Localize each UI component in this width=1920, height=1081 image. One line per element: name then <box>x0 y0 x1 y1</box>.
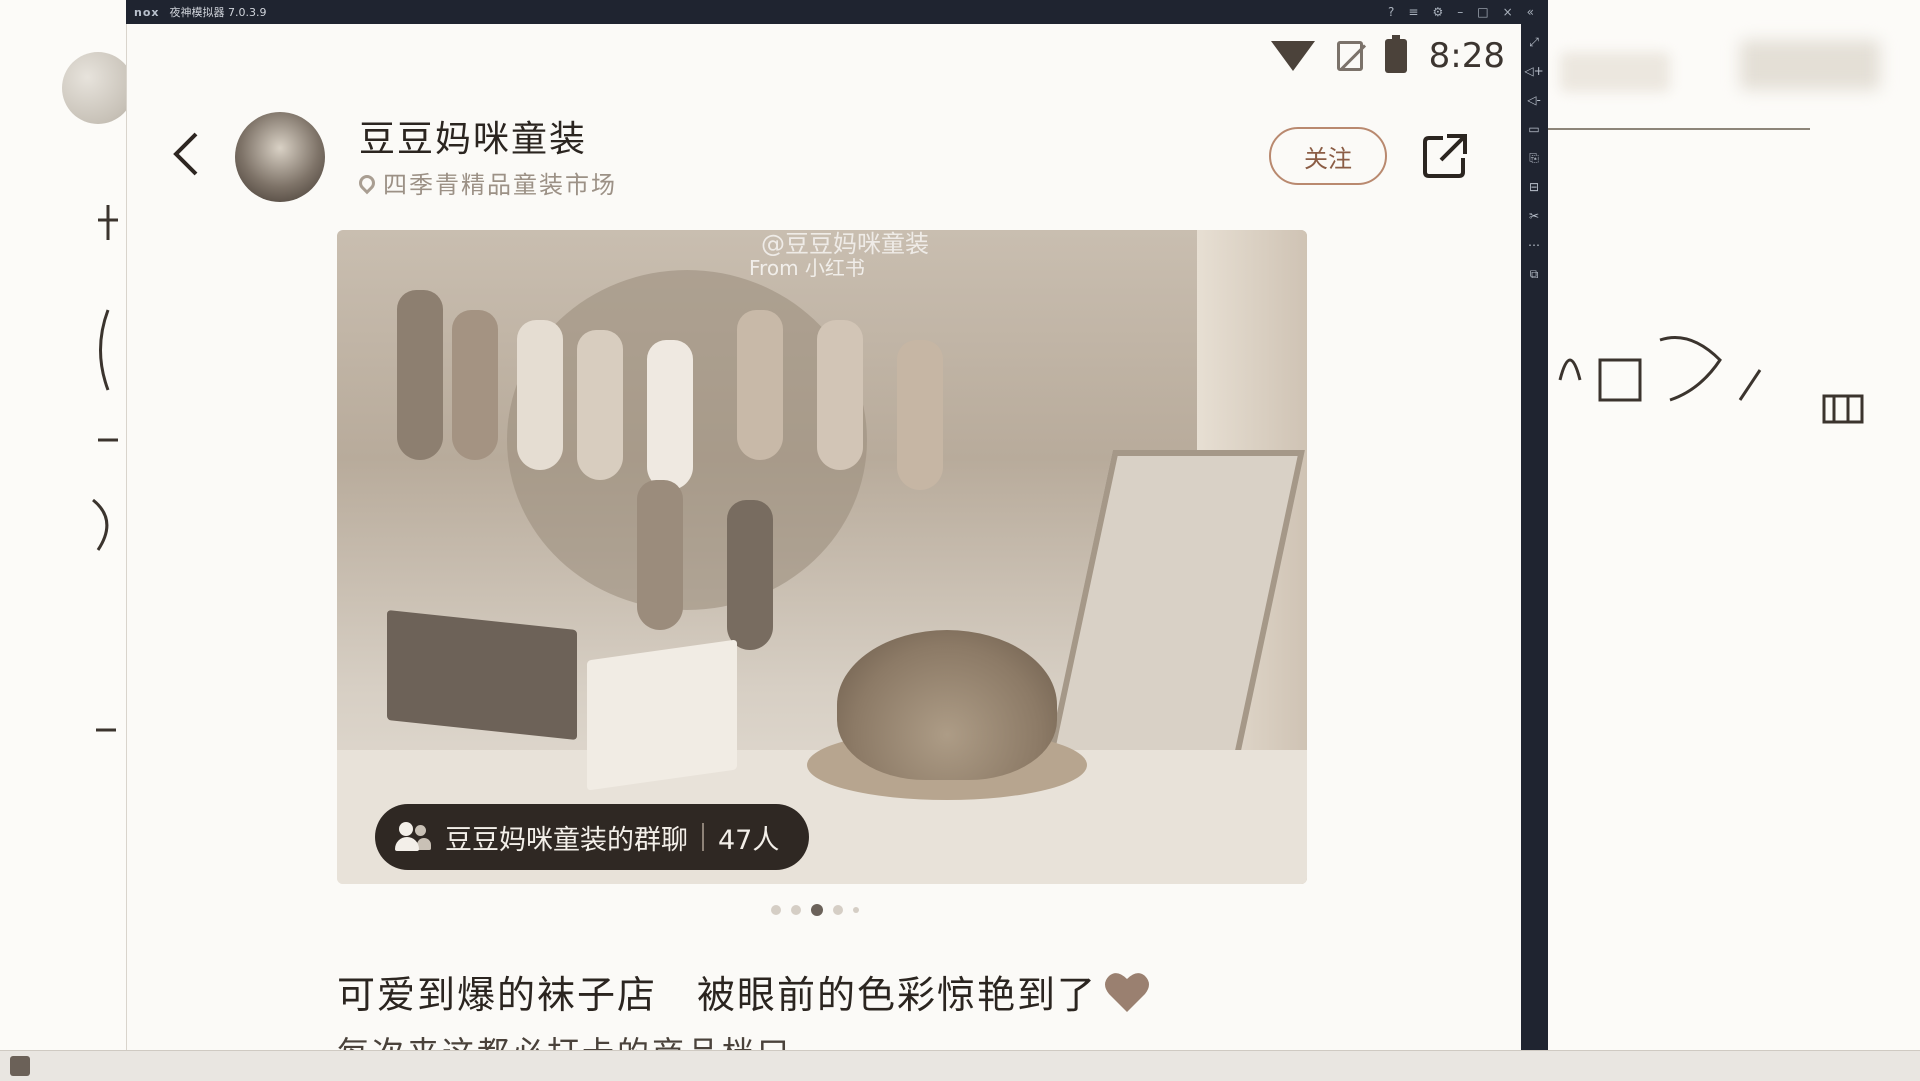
emulator-titlebar: nox 夜神模拟器 7.0.3.9 ? ≡ ⚙ – □ × « <box>126 0 1548 24</box>
group-users-icon <box>395 822 431 852</box>
chip-divider <box>702 823 704 851</box>
photo-sock <box>817 320 863 470</box>
photo-sock-box <box>587 639 737 791</box>
group-chat-chip[interactable]: 豆豆妈咪童装的群聊 47人 <box>375 804 810 870</box>
whiteboard-underline <box>1540 128 1810 130</box>
no-sim-icon <box>1336 41 1363 71</box>
status-time: 8:28 <box>1428 36 1505 76</box>
shop-name[interactable]: 豆豆妈咪童装 <box>359 110 587 162</box>
close-icon[interactable]: × <box>1503 5 1513 19</box>
photo-sock <box>737 310 783 460</box>
photo-sock <box>452 310 498 460</box>
volume-up-icon[interactable]: ◁+ <box>1524 63 1543 79</box>
photo-sock <box>397 290 443 460</box>
photo-sock <box>577 330 623 480</box>
page-dot-active[interactable] <box>811 904 823 916</box>
help-icon[interactable]: ? <box>1388 5 1394 19</box>
group-chat-count: 47人 <box>718 824 780 856</box>
more-icon[interactable]: ⋯ <box>1528 237 1540 253</box>
scissors-icon[interactable]: ✂ <box>1529 208 1539 224</box>
whiteboard-handwriting <box>92 205 118 732</box>
emulator-sidebar: ⤢ ◁+ ◁- ▭ ⎘ ⊟ ✂ ⋯ ⧉ <box>1520 24 1548 1050</box>
page-dot[interactable] <box>791 905 801 915</box>
screenshot-icon[interactable]: ⊟ <box>1529 179 1539 195</box>
minimize-icon[interactable]: – <box>1457 5 1463 19</box>
volume-down-icon[interactable]: ◁- <box>1527 92 1541 108</box>
location[interactable]: 四季青精品童装市场 <box>355 165 617 200</box>
post-title: 可爱到爆的袜子店 被眼前的色彩惊艳到了 <box>337 964 1151 1019</box>
wifi-icon <box>1270 41 1315 71</box>
photo-sock <box>897 340 943 490</box>
image-carousel[interactable]: @豆豆妈咪童装 From 小红书 豆豆妈咪童装的群聊 47人 <box>337 230 1307 884</box>
whiteboard-handwriting <box>1822 394 1864 424</box>
whiteboard-blurred-text <box>1560 52 1670 92</box>
post-title-text: 可爱到爆的袜子店 被眼前的色彩惊艳到了 <box>337 973 1098 1017</box>
page-dot[interactable] <box>853 907 859 913</box>
multi-window-icon[interactable]: ⧉ <box>1530 266 1539 282</box>
collapse-sidebar-icon[interactable]: « <box>1527 5 1534 19</box>
photo-sock <box>647 340 693 490</box>
whiteboard-blurred-text <box>1740 40 1880 90</box>
app-icon[interactable] <box>10 1056 30 1076</box>
photo-sock <box>637 480 683 630</box>
post-body-preview: 每次来这都必打卡的商品档口 <box>337 1028 792 1050</box>
maximize-icon[interactable]: □ <box>1477 5 1488 19</box>
menu-icon[interactable]: ≡ <box>1408 5 1418 19</box>
location-pin-icon <box>355 171 379 194</box>
photo-sock <box>727 500 773 650</box>
taskbar <box>0 1050 1920 1081</box>
photo-sock <box>517 320 563 470</box>
back-button[interactable] <box>163 124 207 184</box>
page-dot[interactable] <box>771 905 781 915</box>
watermark-source: From 小红书 <box>749 256 865 280</box>
group-chat-name: 豆豆妈咪童装的群聊 <box>445 824 688 856</box>
whiteboard-handwriting <box>1558 336 1762 402</box>
avatar[interactable] <box>235 112 325 202</box>
install-apk-icon[interactable]: ⎘ <box>1529 150 1539 166</box>
carousel-page-indicator <box>771 904 859 916</box>
follow-button[interactable]: 关注 <box>1269 127 1387 185</box>
settings-icon[interactable]: ⚙ <box>1432 5 1443 19</box>
phone-screen: 8:28 豆豆妈咪童装 四季青精品童装市场 关注 @豆豆妈咪童装 From 小红… <box>126 24 1521 1050</box>
photo-hat <box>837 630 1057 780</box>
share-icon[interactable] <box>1421 132 1469 180</box>
fullscreen-icon[interactable]: ⤢ <box>1529 34 1539 50</box>
location-text: 四季青精品童装市场 <box>383 171 617 199</box>
battery-icon <box>1384 35 1407 73</box>
whiteboard-logo <box>62 52 134 124</box>
screen-icon[interactable]: ▭ <box>1528 121 1539 137</box>
chevron-left-icon <box>173 132 198 176</box>
heart-icon <box>1105 972 1150 1012</box>
page-dot[interactable] <box>833 905 843 915</box>
emulator-title: 夜神模拟器 7.0.3.9 <box>169 6 267 19</box>
emulator-window-controls: ? ≡ ⚙ – □ × « <box>1388 5 1534 19</box>
emulator-logo: nox <box>134 5 160 19</box>
photo-sock-box <box>387 610 577 740</box>
status-bar: 8:28 <box>1270 35 1505 76</box>
